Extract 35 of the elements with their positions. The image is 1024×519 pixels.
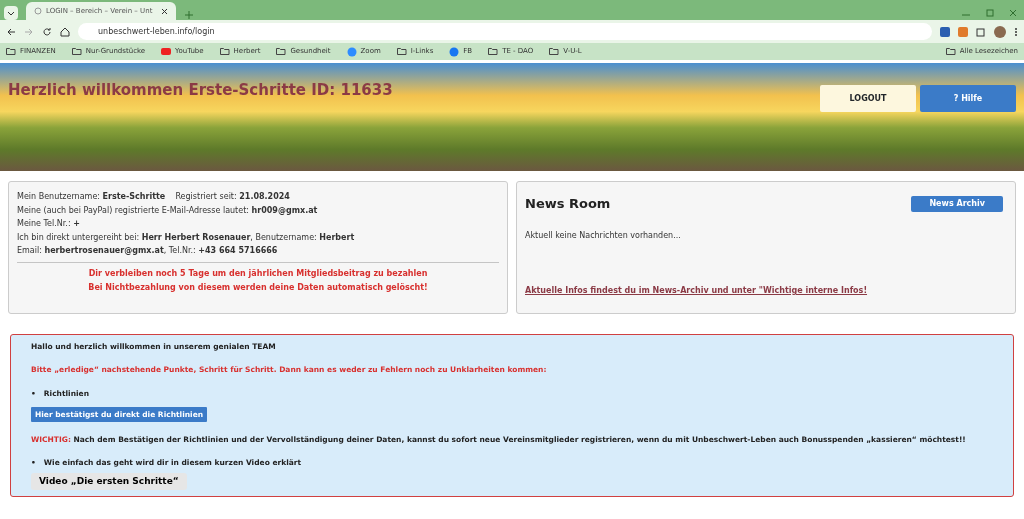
folder-icon — [396, 46, 407, 57]
avatar-icon[interactable] — [994, 25, 1006, 38]
help-button[interactable]: ? Hilfe — [920, 85, 1016, 112]
page-icon — [34, 7, 42, 15]
home-icon[interactable] — [60, 26, 70, 37]
news-link[interactable]: Aktuelle Infos findest du im News-Archiv und unter "Wichtige interne Infos! — [525, 285, 868, 297]
folder-icon — [219, 46, 230, 57]
info-line: Ich bin direkt untergereiht bei: Herr Herbert Rosenauer, Benutzername: Herbert — [17, 231, 356, 244]
info-line: Mein Benutzername: Erste-Schritte Registriert seit: 21.08.2024 — [17, 191, 291, 203]
tab-list-icon[interactable] — [4, 6, 18, 20]
logout-button[interactable]: LOGOUT — [820, 85, 916, 112]
folder-icon — [6, 46, 16, 57]
news-message: Aktuell keine Nachrichten vorhanden... — [525, 229, 682, 242]
video-button[interactable]: Video „Die ersten Schritte“ — [31, 472, 187, 490]
address-field[interactable]: unbeschwert-leben.info/login — [78, 23, 932, 40]
folder-icon — [488, 46, 499, 57]
info-line: Meine Tel.Nr.: + — [17, 218, 81, 230]
extension-icon[interactable] — [940, 26, 950, 37]
close-icon[interactable] — [161, 7, 168, 15]
extension-icon[interactable] — [958, 26, 968, 37]
page-title: Herzlich willkommen Erste-Schritte ID: 11633 — [8, 81, 393, 99]
video-icon — [161, 46, 172, 57]
info-line: Email: herbertrosenauer@gmx.at, Tel.Nr.: +43 664 5716666 — [17, 245, 279, 257]
warning-text: Bei Nichtbezahlung von diesem werden deine Daten automatisch gelöscht! — [87, 281, 429, 294]
info-line: Meine (auch bei PayPal) registrierte E-Mail-Adresse lautet: hr009@gmx.at — [17, 204, 319, 217]
reload-icon[interactable] — [42, 26, 52, 37]
news-title: News Room — [525, 195, 611, 213]
menu-icon[interactable] — [1014, 26, 1018, 37]
back-icon[interactable] — [6, 26, 16, 37]
folder-icon — [276, 46, 287, 57]
folder-icon — [71, 46, 82, 57]
folder-icon — [945, 46, 956, 57]
warning-text: Dir verbleiben noch 5 Tage um den jährlichen Mitgliedsbeitrag zu bezahlen — [87, 267, 429, 280]
news-archive-button[interactable]: News Archiv — [911, 195, 1003, 212]
folder-icon — [549, 46, 560, 57]
